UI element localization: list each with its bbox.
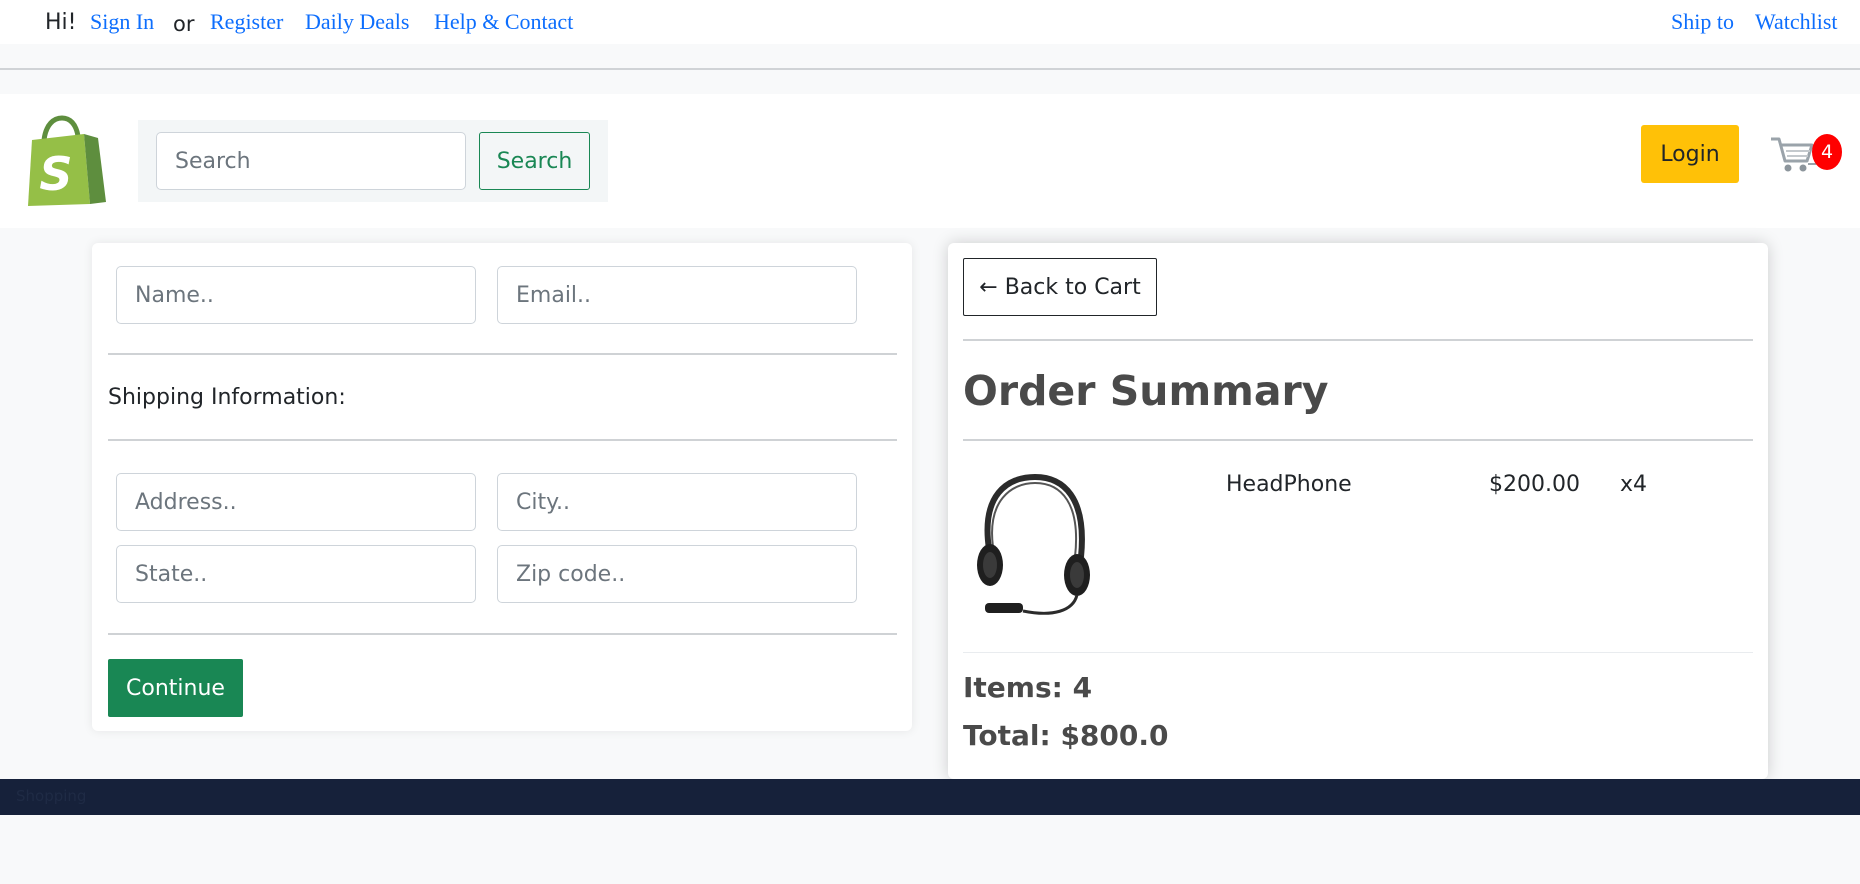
back-to-cart-button[interactable]: ← Back to Cart: [963, 258, 1157, 316]
ship-to-link[interactable]: Ship to: [1671, 9, 1734, 35]
summary-divider: [963, 339, 1753, 341]
address-field[interactable]: [116, 473, 476, 531]
continue-button[interactable]: Continue: [108, 659, 243, 717]
sign-in-link[interactable]: Sign In: [90, 9, 154, 35]
items-count: Items: 4: [963, 671, 1093, 704]
cart-count-badge: 4: [1812, 134, 1842, 170]
login-button[interactable]: Login: [1641, 125, 1739, 183]
summary-divider: [963, 439, 1753, 441]
top-spacer-lower: [0, 70, 1860, 94]
daily-deals-link[interactable]: Daily Deals: [305, 9, 409, 35]
item-row-divider: [963, 652, 1753, 653]
order-total: Total: $800.0: [963, 719, 1169, 752]
shipping-info-label: Shipping Information:: [108, 385, 346, 410]
name-field[interactable]: [116, 266, 476, 324]
footer-text: Shopping: [16, 787, 87, 805]
checkout-form-card: Shipping Information: Continue: [92, 243, 912, 731]
item-name: HeadPhone: [1226, 472, 1352, 497]
shopify-bag-icon[interactable]: S: [24, 114, 108, 210]
search-button[interactable]: Search: [479, 132, 590, 190]
top-spacer: [0, 44, 1860, 68]
state-field[interactable]: [116, 545, 476, 603]
top-link-bar: Hi! Sign In or Register Daily Deals Help…: [0, 0, 1860, 44]
greeting-text: Hi!: [45, 10, 77, 35]
item-quantity: x4: [1620, 472, 1648, 497]
site-footer: Shopping: [0, 779, 1860, 815]
order-summary-title: Order Summary: [963, 367, 1329, 415]
form-divider: [108, 633, 897, 635]
register-link[interactable]: Register: [210, 9, 283, 35]
email-field[interactable]: [497, 266, 857, 324]
svg-text:S: S: [39, 147, 72, 201]
city-field[interactable]: [497, 473, 857, 531]
form-divider: [108, 353, 897, 355]
site-header: S Search Login 4: [0, 94, 1860, 228]
or-text: or: [173, 12, 195, 36]
search-bar: Search: [138, 120, 608, 202]
help-contact-link[interactable]: Help & Contact: [434, 9, 573, 35]
watchlist-link[interactable]: Watchlist: [1755, 9, 1838, 35]
order-summary-card: ← Back to Cart Order Summary HeadPhone $…: [948, 243, 1768, 779]
item-price: $200.00: [1489, 472, 1580, 497]
zip-code-field[interactable]: [497, 545, 857, 603]
headphone-product-image: [977, 473, 1090, 615]
search-input[interactable]: [156, 132, 466, 190]
form-divider: [108, 439, 897, 441]
